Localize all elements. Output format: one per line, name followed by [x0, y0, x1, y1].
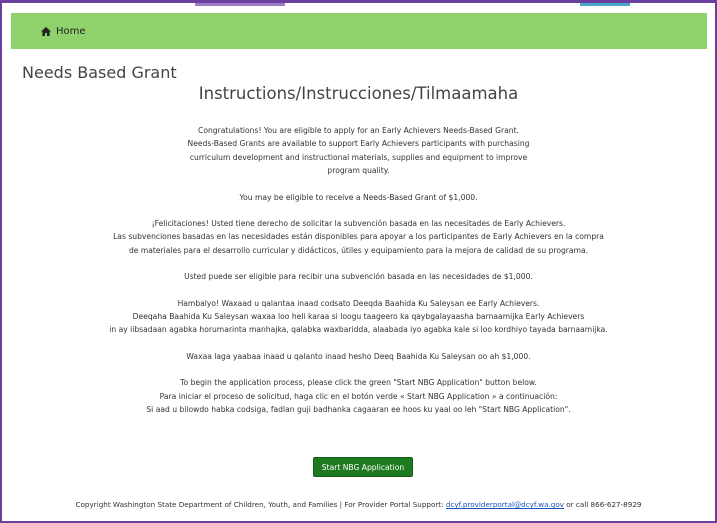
footer-phone: or call 866-627-8929: [564, 500, 642, 509]
support-email-link[interactable]: dcyf.providerportal@dcyf.wa.gov: [446, 500, 564, 509]
home-link-label: Home: [56, 25, 86, 37]
spanish-line-2: Las subvenciones basadas en las necesida…: [113, 232, 604, 242]
tab-indicator-secondary: [580, 3, 630, 6]
begin-somali: Si aad u bilowdo habka codsiga, fadlan g…: [146, 405, 571, 415]
home-icon: [41, 26, 51, 36]
begin-spanish: Para iniciar el proceso de solicitud, ha…: [159, 391, 558, 401]
somali-line-2: Deeqaha Baahida Ku Saleysan waxaa loo he…: [132, 312, 585, 322]
spanish-line-1: ¡Felicitaciones! Usted tiene derecho de …: [151, 219, 566, 229]
begin-english: To begin the application process, please…: [180, 378, 537, 388]
top-navbar: Home: [11, 13, 707, 49]
spanish-line-3: de materiales para el desarrollo curricu…: [128, 245, 589, 255]
somali-line-3: in ay iibsadaan agabka horumarinta manha…: [109, 325, 608, 335]
tab-indicator: [195, 3, 285, 6]
footer: Copyright Washington State Department of…: [0, 500, 717, 509]
footer-text: Copyright Washington State Department of…: [75, 500, 446, 509]
english-line-3: curriculum development and instructional…: [189, 152, 528, 162]
english-line-4: program quality.: [327, 166, 390, 176]
somali-amount: Waxaa laga yaabaa inaad u qalanto inaad …: [186, 351, 531, 361]
somali-line-1: Hambalyo! Waxaad u qalantaa inaad codsat…: [177, 298, 540, 308]
start-nbg-application-button[interactable]: Start NBG Application: [313, 457, 413, 477]
home-link[interactable]: Home: [41, 26, 86, 37]
english-line-2: Needs-Based Grants are available to supp…: [187, 139, 530, 149]
english-line-1: Congratulations! You are eligible to app…: [198, 126, 519, 135]
spanish-amount: Usted puede ser eligible para recibir un…: [184, 272, 533, 282]
page-title: Needs Based Grant: [22, 63, 177, 82]
english-amount: You may be eligible to receive a Needs-B…: [239, 192, 478, 202]
instructions-title: Instructions/Instrucciones/Tilmaamaha: [198, 84, 519, 103]
instructions-content: Congratulations! You are eligible to app…: [0, 124, 717, 417]
